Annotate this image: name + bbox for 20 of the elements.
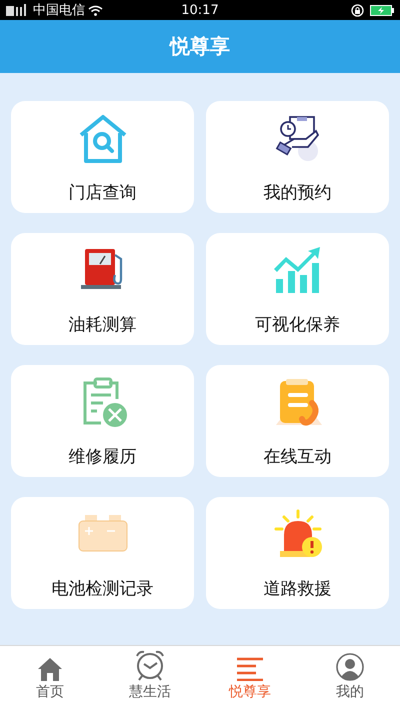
- battery-charging-icon: [370, 4, 394, 16]
- carrier-name: 中国电信: [33, 2, 85, 19]
- feature-tile[interactable]: 可视化保养: [206, 233, 389, 345]
- avatar-icon: [336, 653, 364, 681]
- menu-lines-icon: [236, 657, 264, 681]
- feature-tile[interactable]: 我的预约: [206, 101, 389, 213]
- tab[interactable]: 慧生活: [100, 646, 200, 711]
- tab[interactable]: 首页: [0, 646, 100, 711]
- page-title: 悦尊享: [170, 33, 230, 60]
- home-icon: [37, 657, 63, 681]
- feature-tile[interactable]: 油耗测算: [11, 233, 194, 345]
- feature-tile[interactable]: 电池检测记录: [11, 497, 194, 609]
- feature-tile[interactable]: 在线互动: [206, 365, 389, 477]
- rotation-lock-icon: [350, 4, 364, 16]
- clock-time: 10:17: [180, 2, 220, 18]
- tab[interactable]: 我的: [300, 646, 400, 711]
- wifi-icon: [88, 4, 103, 16]
- feature-tile[interactable]: 道路救援: [206, 497, 389, 609]
- feature-tile[interactable]: 门店查询: [11, 101, 194, 213]
- feature-tile[interactable]: 维修履历: [11, 365, 194, 477]
